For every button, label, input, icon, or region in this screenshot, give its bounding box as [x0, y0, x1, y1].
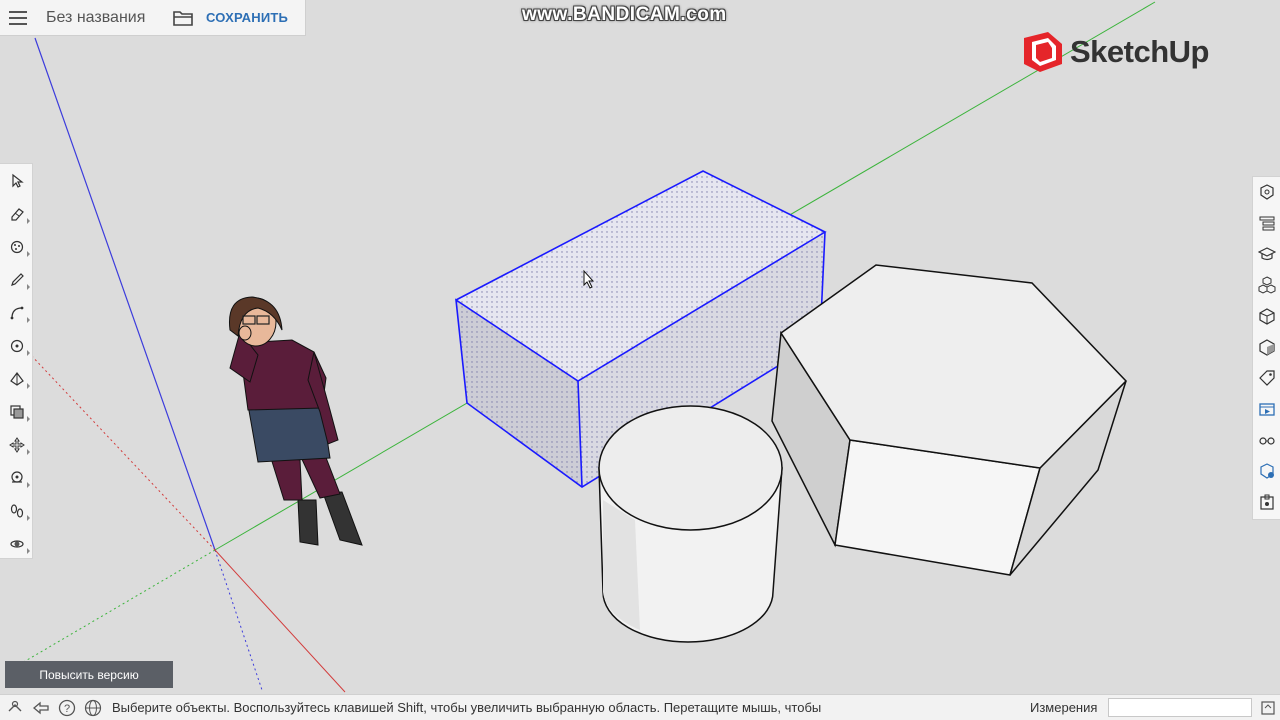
model-viewport[interactable] [0, 0, 1280, 720]
globe-icon[interactable] [82, 697, 104, 719]
save-button[interactable]: СОХРАНИТЬ [206, 10, 288, 25]
svg-text:?: ? [64, 703, 70, 715]
select-tool-icon[interactable] [4, 168, 30, 194]
measurements-input[interactable] [1108, 698, 1252, 717]
components-icon[interactable] [1255, 272, 1279, 298]
paint-bucket-tool-icon[interactable] [4, 234, 30, 260]
orbit-tool-icon[interactable] [4, 531, 30, 557]
right-toolbar [1252, 176, 1280, 520]
geo-location-icon[interactable] [4, 697, 26, 719]
arc-tool-icon[interactable] [4, 300, 30, 326]
walk-tool-icon[interactable] [4, 498, 30, 524]
move-tool-icon[interactable] [4, 432, 30, 458]
brand-name: SketchUp [1070, 34, 1209, 69]
expand-icon[interactable] [1258, 698, 1278, 718]
styles-icon[interactable] [1255, 334, 1279, 360]
top-bar: Без названия СОХРАНИТЬ [0, 0, 306, 36]
extension-icon[interactable] [1255, 489, 1279, 515]
3d-warehouse-icon[interactable] [1255, 458, 1279, 484]
cylinder[interactable] [598, 405, 783, 643]
document-title[interactable]: Без названия [46, 9, 166, 27]
materials-icon[interactable] [1255, 303, 1279, 329]
tags-icon[interactable] [1255, 365, 1279, 391]
pencil-tool-icon[interactable] [4, 267, 30, 293]
eraser-tool-icon[interactable] [4, 201, 30, 227]
bandicam-watermark: www.BANDICAM.com [522, 4, 727, 25]
folder-icon[interactable] [170, 0, 196, 36]
status-bar: ? Выберите объекты. Воспользуйтесь клави… [0, 694, 1280, 720]
entity-info-icon[interactable] [1255, 179, 1279, 205]
push-pull-tool-icon[interactable] [4, 333, 30, 359]
pyramid-tool-icon[interactable] [4, 366, 30, 392]
measurements-label: Измерения [1030, 700, 1098, 715]
help-icon[interactable]: ? [56, 697, 78, 719]
sketchup-logo-icon [1024, 32, 1062, 72]
offset-tool-icon[interactable] [4, 399, 30, 425]
credits-icon[interactable] [30, 697, 52, 719]
left-toolbar [0, 163, 33, 559]
hamburger-menu-icon[interactable] [0, 0, 36, 36]
scenes-icon[interactable] [1255, 396, 1279, 422]
display-icon[interactable] [1255, 427, 1279, 453]
sketchup-brand: SketchUp [1022, 30, 1209, 74]
outliner-icon[interactable] [1255, 210, 1279, 236]
tape-measure-tool-icon[interactable] [4, 465, 30, 491]
status-hint: Выберите объекты. Воспользуйтесь клавише… [112, 700, 822, 715]
instructor-icon[interactable] [1255, 241, 1279, 267]
upgrade-button[interactable]: Повысить версию [5, 661, 173, 688]
